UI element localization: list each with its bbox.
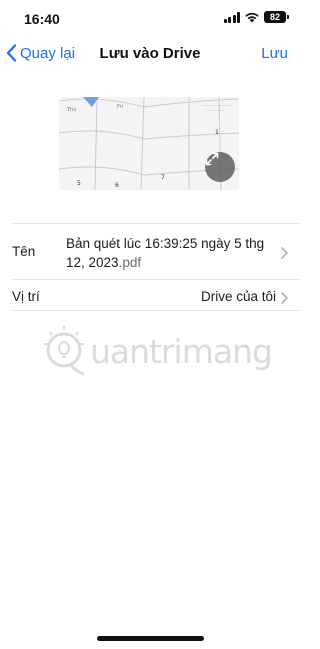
- watermark-text: uantrimang: [90, 332, 273, 371]
- chevron-right-icon: [281, 247, 288, 259]
- signal-icon: [223, 11, 240, 23]
- file-name-base: Bản quét lúc 16:39:25 ngày 5 thg 12, 202…: [66, 236, 265, 270]
- save-button[interactable]: Lưu: [261, 45, 288, 62]
- status-time: 16:40: [24, 11, 60, 27]
- file-name-row[interactable]: Tên Bản quét lúc 16:39:25 ngày 5 thg 12,…: [12, 223, 300, 279]
- battery-icon: 82: [264, 11, 289, 23]
- location-label: Vị trí: [12, 289, 40, 304]
- wifi-icon: [245, 12, 259, 23]
- watermark: uantrimang: [40, 322, 273, 382]
- location-value: Drive của tôi: [200, 289, 276, 304]
- status-icons: 82: [223, 11, 289, 23]
- document-preview[interactable]: Thu Fri ~~~~~~~~~~~~ ~~~~~~~ 1 5 6 7: [59, 97, 239, 190]
- save-form: Tên Bản quét lúc 16:39:25 ngày 5 thg 12,…: [12, 223, 300, 311]
- navigation-bar: Quay lại Lưu vào Drive Lưu: [0, 36, 300, 72]
- location-row[interactable]: Vị trí Drive của tôi: [12, 279, 300, 311]
- file-name-label: Tên: [12, 244, 36, 259]
- file-name-value: Bản quét lúc 16:39:25 ngày 5 thg 12, 202…: [66, 234, 276, 272]
- chevron-right-icon: [281, 292, 288, 304]
- page-number: 7: [161, 174, 165, 181]
- home-indicator[interactable]: [97, 636, 204, 641]
- lightbulb-logo-icon: [44, 326, 85, 376]
- status-bar: 16:40 82: [0, 0, 300, 36]
- expand-icon: [205, 152, 219, 166]
- page-title: Lưu vào Drive: [99, 45, 201, 62]
- page-number: 6: [115, 182, 119, 189]
- file-extension: .pdf: [118, 255, 142, 270]
- expand-preview-button[interactable]: [205, 152, 235, 182]
- battery-level: 82: [269, 12, 280, 22]
- page-number: 1: [215, 129, 219, 136]
- page-number: 5: [77, 180, 81, 187]
